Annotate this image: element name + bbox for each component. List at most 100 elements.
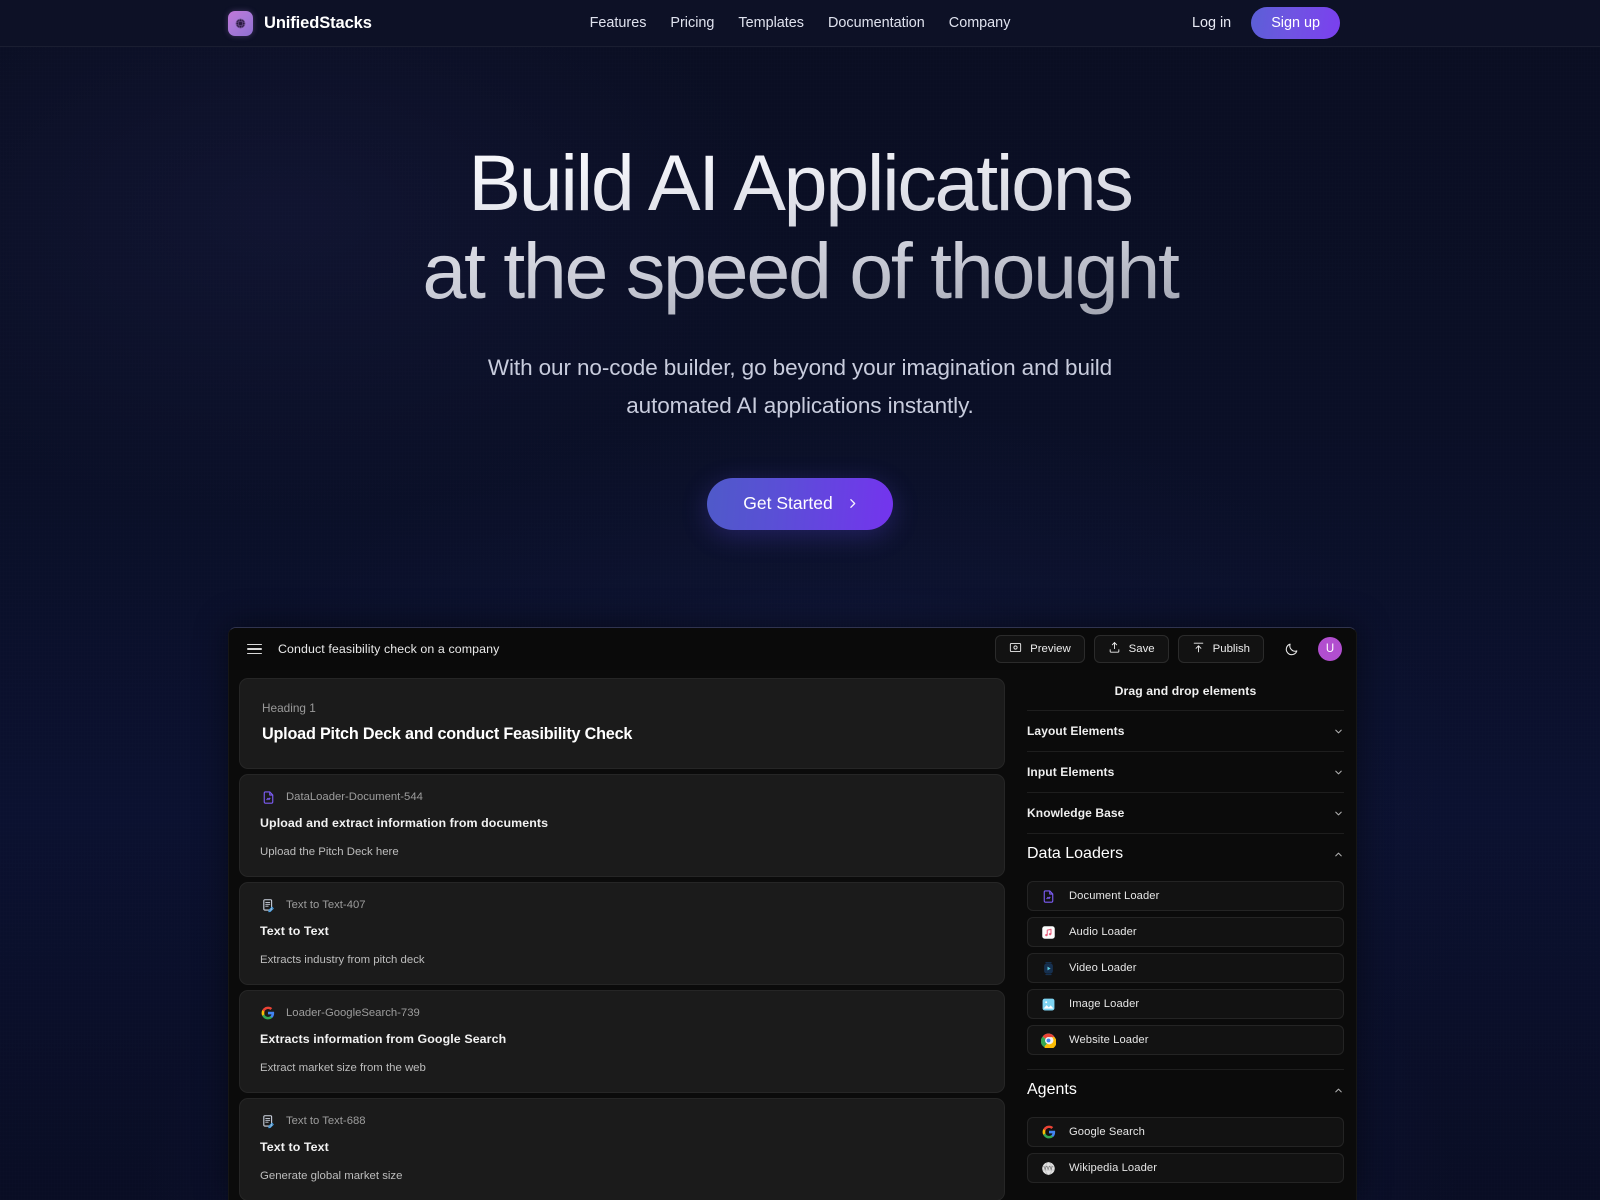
primary-nav: Features Pricing Templates Documentation… xyxy=(578,9,1023,37)
page-title: Build AI Applications at the speed of th… xyxy=(0,139,1600,315)
video-play-icon xyxy=(1040,960,1057,977)
nav-link-documentation[interactable]: Documentation xyxy=(816,9,937,37)
palette-item-label: Google Search xyxy=(1069,1126,1145,1138)
signup-button[interactable]: Sign up xyxy=(1251,7,1340,39)
node-card[interactable]: Loader-GoogleSearch-739 Extracts informa… xyxy=(239,990,1005,1093)
top-navbar: UnifiedStacks Features Pricing Templates… xyxy=(0,0,1600,47)
app-body: Heading 1 Upload Pitch Deck and conduct … xyxy=(229,670,1356,1200)
document-purple-icon xyxy=(260,789,276,805)
accordion-input-elements[interactable]: Input Elements xyxy=(1027,751,1344,792)
save-disk-icon xyxy=(1108,641,1121,657)
google-g-icon xyxy=(1040,1124,1057,1141)
accordion-label: Input Elements xyxy=(1027,765,1115,779)
nav-actions: Log in Sign up xyxy=(1190,7,1340,39)
node-card[interactable]: DataLoader-Document-544 Upload and extra… xyxy=(239,774,1005,877)
publish-button[interactable]: Publish xyxy=(1177,635,1264,663)
node-header: Text to Text-407 xyxy=(260,897,984,913)
text-to-text-icon xyxy=(260,897,276,913)
avatar[interactable]: U xyxy=(1318,637,1342,661)
palette-item-audio-loader[interactable]: Audio Loader xyxy=(1027,917,1344,947)
nav-link-templates[interactable]: Templates xyxy=(726,9,816,37)
palette-item-label: Wikipedia Loader xyxy=(1069,1162,1158,1174)
palette-item-wikipedia-loader[interactable]: Wikipedia Loader xyxy=(1027,1153,1344,1183)
palette-item-label: Website Loader xyxy=(1069,1034,1149,1046)
chevron-up-icon xyxy=(1332,848,1344,860)
accordion-label: Agents xyxy=(1027,1081,1077,1098)
save-button[interactable]: Save xyxy=(1093,635,1169,663)
chevron-right-icon xyxy=(846,497,859,510)
brand[interactable]: UnifiedStacks xyxy=(228,10,372,36)
node-description: Generate global market size xyxy=(260,1170,403,1182)
chrome-browser-icon xyxy=(1040,1032,1057,1049)
palette-item-image-loader[interactable]: Image Loader xyxy=(1027,989,1344,1019)
node-title: Text to Text xyxy=(260,924,329,938)
agents-items: Google Search Wikipedia Loader xyxy=(1027,1117,1344,1197)
node-header: Text to Text-688 xyxy=(260,1113,984,1129)
palette-item-label: Document Loader xyxy=(1069,890,1160,902)
image-photo-icon xyxy=(1040,996,1057,1013)
landing-page: UnifiedStacks Features Pricing Templates… xyxy=(0,0,1600,1200)
login-link[interactable]: Log in xyxy=(1190,11,1233,35)
hero-subtitle-line-2: automated AI applications instantly. xyxy=(626,393,974,418)
preview-label: Preview xyxy=(1030,643,1071,655)
node-header: Loader-GoogleSearch-739 xyxy=(260,1005,984,1021)
google-g-icon xyxy=(260,1005,276,1021)
palette-item-label: Image Loader xyxy=(1069,998,1140,1010)
palette-item-label: Video Loader xyxy=(1069,962,1137,974)
node-description: Upload the Pitch Deck here xyxy=(260,846,399,858)
save-label: Save xyxy=(1128,643,1155,655)
chevron-down-icon xyxy=(1332,725,1344,737)
app-toolbar-actions: Preview Save Publish U xyxy=(995,635,1342,663)
app-toolbar: Conduct feasibility check on a company P… xyxy=(229,628,1356,670)
accordion-agents[interactable]: Agents xyxy=(1027,1069,1344,1110)
hamburger-menu-icon[interactable] xyxy=(247,643,262,655)
get-started-button[interactable]: Get Started xyxy=(707,478,893,530)
accordion-layout-elements[interactable]: Layout Elements xyxy=(1027,710,1344,751)
app-canvas: Heading 1 Upload Pitch Deck and conduct … xyxy=(229,670,1015,1200)
palette-item-google-search[interactable]: Google Search xyxy=(1027,1117,1344,1147)
nav-link-company[interactable]: Company xyxy=(937,9,1023,37)
wikipedia-globe-icon xyxy=(1040,1160,1057,1177)
elements-panel: Drag and drop elements Layout Elements I… xyxy=(1015,670,1356,1200)
heading-card-text: Upload Pitch Deck and conduct Feasibilit… xyxy=(262,725,633,743)
app-mockup: Conduct feasibility check on a company P… xyxy=(228,627,1357,1200)
node-id: Loader-GoogleSearch-739 xyxy=(286,1007,420,1019)
palette-item-document-loader[interactable]: Document Loader xyxy=(1027,881,1344,911)
brand-name: UnifiedStacks xyxy=(264,13,372,32)
get-started-label: Get Started xyxy=(743,493,833,513)
document-purple-icon xyxy=(1040,888,1057,905)
node-card[interactable]: Text to Text-407 Text to Text Extracts i… xyxy=(239,882,1005,985)
upload-publish-icon xyxy=(1192,641,1205,657)
node-card[interactable]: Text to Text-688 Text to Text Generate g… xyxy=(239,1098,1005,1200)
nav-link-features[interactable]: Features xyxy=(578,9,659,37)
accordion-label: Layout Elements xyxy=(1027,724,1125,738)
cta-container: Get Started xyxy=(0,478,1600,530)
nav-link-pricing[interactable]: Pricing xyxy=(658,9,726,37)
accordion-data-loaders[interactable]: Data Loaders xyxy=(1027,833,1344,874)
heading-card-label: Heading 1 xyxy=(262,701,316,715)
hero-title-line-2: at the speed of thought xyxy=(422,226,1178,315)
moon-icon[interactable] xyxy=(1278,636,1304,662)
node-title: Upload and extract information from docu… xyxy=(260,816,549,830)
palette-item-website-loader[interactable]: Website Loader xyxy=(1027,1025,1344,1055)
chevron-down-icon xyxy=(1332,766,1344,778)
heading-card[interactable]: Heading 1 Upload Pitch Deck and conduct … xyxy=(239,678,1005,769)
node-id: Text to Text-688 xyxy=(286,1115,366,1127)
text-to-text-icon xyxy=(260,1113,276,1129)
node-header: DataLoader-Document-544 xyxy=(260,789,984,805)
palette-item-video-loader[interactable]: Video Loader xyxy=(1027,953,1344,983)
eye-preview-icon xyxy=(1009,641,1022,657)
hero-subtitle-line-1: With our no-code builder, go beyond your… xyxy=(487,355,1113,380)
node-id: Text to Text-407 xyxy=(286,899,366,911)
node-description: Extract market size from the web xyxy=(260,1062,426,1074)
publish-label: Publish xyxy=(1212,643,1250,655)
chevron-down-icon xyxy=(1332,807,1344,819)
data-loaders-items: Document Loader Audio Loader Video Loade… xyxy=(1027,881,1344,1069)
palette-item-label: Audio Loader xyxy=(1069,926,1137,938)
node-id: DataLoader-Document-544 xyxy=(286,791,423,803)
accordion-label: Data Loaders xyxy=(1027,845,1124,862)
node-description: Extracts industry from pitch deck xyxy=(260,954,425,966)
accordion-knowledge-base[interactable]: Knowledge Base xyxy=(1027,792,1344,833)
app-project-title: Conduct feasibility check on a company xyxy=(278,642,500,656)
preview-button[interactable]: Preview xyxy=(995,635,1085,663)
